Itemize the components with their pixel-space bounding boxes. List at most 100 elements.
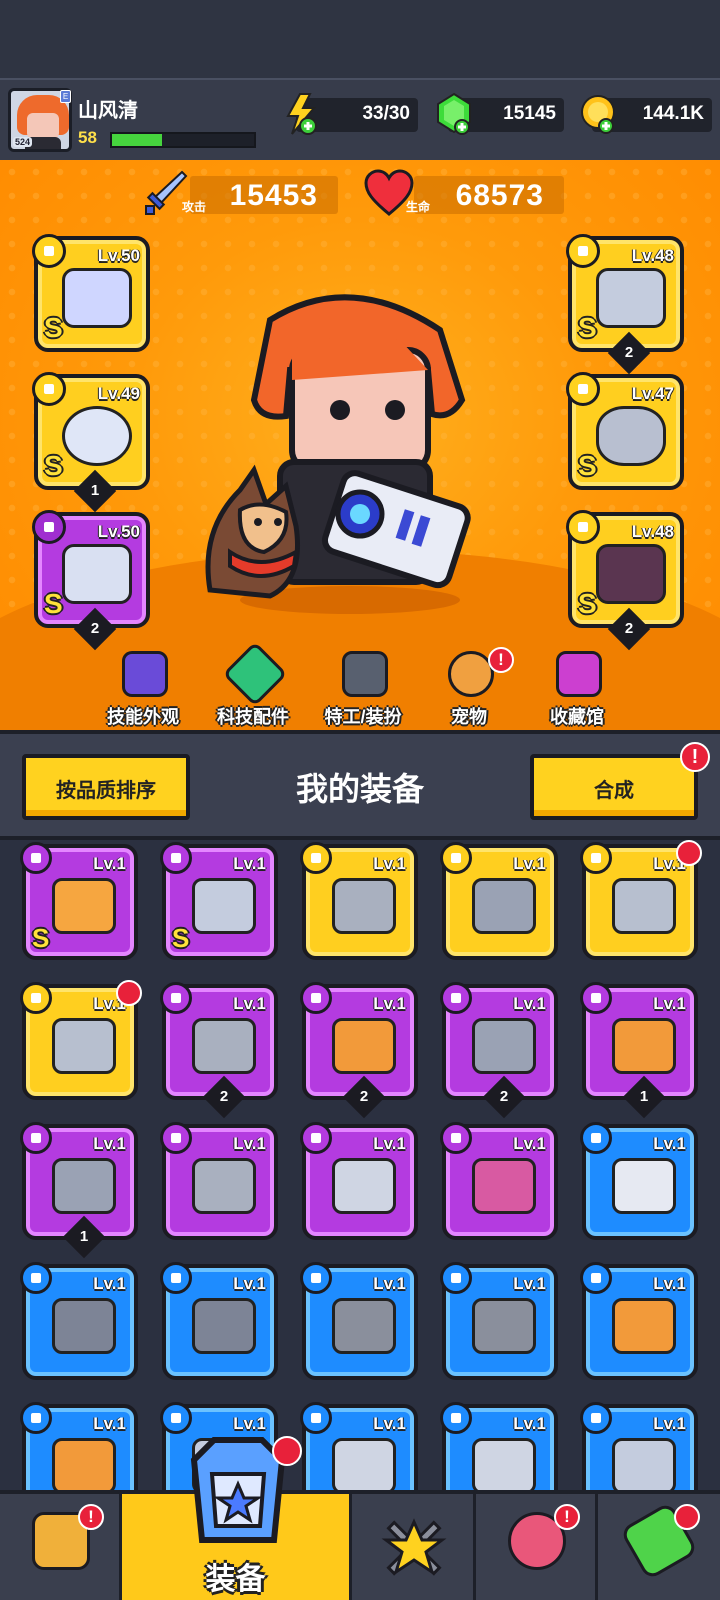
treasure-chest-icon (556, 651, 602, 697)
inventory-item[interactable]: Lv.1 (580, 840, 702, 960)
mech-boot-icon (596, 544, 666, 604)
shop-alert-badge: ! (78, 1504, 104, 1530)
inventory-item[interactable]: Lv.1 (580, 1122, 698, 1240)
inventory-item[interactable]: Lv.1 1 (20, 1122, 138, 1259)
inventory-item[interactable]: Lv.1 2 (160, 982, 278, 1119)
pets-tab-alert-badge: ! (554, 1504, 580, 1530)
gear-slot-boots[interactable]: Lv.48 S 2 (566, 510, 684, 651)
menu-collection[interactable]: 收藏馆 (522, 645, 632, 730)
item-type-icon (300, 1122, 332, 1154)
hero-menu: 技能外观 科技配件 特工/装扮 ! 宠物 收藏馆 (0, 641, 720, 730)
inventory-item[interactable]: Lv.1 1 (580, 982, 698, 1119)
menu-agent-outfit[interactable]: 特工/装扮 (308, 645, 418, 730)
nav-tab-lab[interactable] (598, 1494, 720, 1600)
item-type-icon (160, 842, 192, 874)
menu-pets[interactable]: ! 宠物 (414, 645, 524, 730)
gear-slot-weapon[interactable]: Lv.50 S (32, 234, 150, 352)
agent-icon (342, 651, 388, 697)
item-level: Lv.1 (653, 1274, 686, 1293)
slot-grade: S (578, 588, 597, 619)
gear-slot-armor[interactable]: Lv.48 S 2 (566, 234, 684, 375)
item-type-icon (20, 1122, 52, 1154)
merge-alert-badge: ! (680, 742, 710, 772)
inventory-item[interactable]: Lv.1 2 (440, 982, 558, 1119)
shotgun-icon (472, 1298, 536, 1354)
item-type-icon (580, 1402, 612, 1434)
gear-slot-gloves[interactable]: Lv.50 S 2 (32, 510, 150, 651)
avatar-level: 524 (13, 137, 33, 147)
slot-count-badge: 2 (607, 607, 651, 651)
item-type-icon (580, 1262, 612, 1294)
revolver-icon (192, 1298, 256, 1354)
inventory-item[interactable]: Lv.1 (440, 1402, 558, 1490)
item-type-icon (580, 842, 612, 874)
bat-icon (52, 1438, 116, 1490)
nav-tab-battle[interactable] (352, 1494, 476, 1600)
kunai-icon (192, 1018, 256, 1074)
nav-tab-equipment[interactable]: 装备 (122, 1436, 352, 1600)
club-icon (332, 1018, 396, 1074)
coin-counter[interactable]: 144.1K (581, 95, 712, 134)
inventory-item[interactable]: Lv.1 (440, 842, 558, 960)
nav-tab-pets[interactable]: ! (476, 1494, 598, 1600)
inventory-item[interactable]: Lv.1 (440, 1122, 558, 1240)
inventory-item[interactable]: Lv.1 (160, 1122, 278, 1240)
shotgun-icon (332, 1298, 396, 1354)
inventory-item[interactable]: Lv.1 (440, 1262, 558, 1380)
bat-icon (612, 1298, 676, 1354)
inventory-item[interactable]: Lv.1 (300, 1262, 418, 1380)
inventory-item[interactable]: Lv.1 (300, 842, 418, 960)
inventory-item[interactable]: Lv.1 (20, 980, 142, 1100)
inventory-item[interactable]: Lv.1 (20, 1402, 138, 1490)
inventory-item[interactable]: Lv.1 (580, 1402, 698, 1490)
equipment-title: 我的装备 (295, 771, 424, 807)
nav-tab-shop[interactable]: ! (0, 1494, 122, 1600)
item-type-icon (20, 842, 52, 874)
player-name: 山风清 (78, 100, 138, 122)
inventory-item[interactable]: Lv.1 (580, 1262, 698, 1380)
glove-type-icon (32, 510, 66, 544)
attack-label: 攻击 (182, 200, 207, 214)
attack-value: 15453 (229, 179, 318, 212)
menu-label: 宠物 (451, 707, 487, 727)
kunai-icon (192, 1158, 256, 1214)
inventory-item[interactable]: Lv.1 (300, 1402, 418, 1490)
inventory-item[interactable]: Lv.1 S (20, 842, 138, 960)
slot-level: Lv.49 (97, 384, 140, 403)
mech-armor-icon (596, 268, 666, 328)
item-type-icon (300, 1402, 332, 1434)
gear-slot-necklace[interactable]: Lv.49 S 1 (32, 372, 150, 513)
inventory-item[interactable]: Lv.1 S (160, 842, 278, 960)
item-count-badge: 2 (342, 1075, 386, 1119)
avatar-face (27, 113, 59, 139)
belt-type-icon (566, 372, 600, 406)
gem-plus-icon[interactable] (434, 92, 474, 136)
inventory-item[interactable]: Lv.1 2 (300, 982, 418, 1119)
item-type-icon (440, 1122, 472, 1154)
coin-plus-icon[interactable] (578, 92, 618, 136)
armor-icon (612, 1438, 676, 1490)
inventory-item[interactable]: Lv.1 (20, 1262, 138, 1380)
sort-by-quality-button[interactable]: 按品质排序 (22, 754, 190, 820)
skill-skin-icon (122, 651, 168, 697)
hero-character[interactable] (200, 290, 500, 620)
gem-counter[interactable]: 15145 (437, 92, 564, 135)
item-level: Lv.1 (93, 1134, 126, 1153)
menu-tech-parts[interactable]: 科技配件 (198, 641, 308, 730)
slot-count-badge: 2 (607, 331, 651, 375)
menu-skill-skins[interactable]: 技能外观 (88, 645, 198, 730)
slot-count-badge: 2 (73, 607, 117, 651)
star-ring-icon (62, 406, 132, 466)
gear-slot-belt[interactable]: Lv.47 S (566, 372, 684, 490)
inventory-item[interactable]: Lv.1 (300, 1122, 418, 1240)
item-type-icon (160, 1122, 192, 1154)
item-type-icon (300, 982, 332, 1014)
item-count-badge: 2 (482, 1075, 526, 1119)
energy-counter[interactable]: 33/30 (286, 93, 418, 135)
gem-value: 15145 (503, 103, 556, 124)
item-level: Lv.1 (233, 994, 266, 1013)
merge-button[interactable]: 合成 (530, 754, 698, 820)
item-level: Lv.1 (653, 1414, 686, 1433)
energy-plus-icon[interactable] (282, 92, 322, 136)
inventory-item[interactable]: Lv.1 (160, 1262, 278, 1380)
